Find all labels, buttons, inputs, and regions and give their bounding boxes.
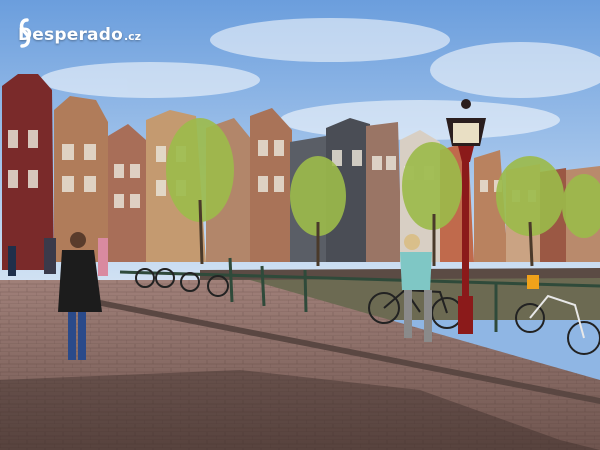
desperado-watermark: Desperado .cz [18,18,141,52]
desperado-logo-icon [19,18,31,48]
amsterdam-canal-photo [0,0,600,450]
canal-wall [200,268,600,280]
bike-basket [527,275,539,289]
watermark-tld: .cz [123,30,142,43]
photo-scene: Desperado .cz [0,0,600,450]
